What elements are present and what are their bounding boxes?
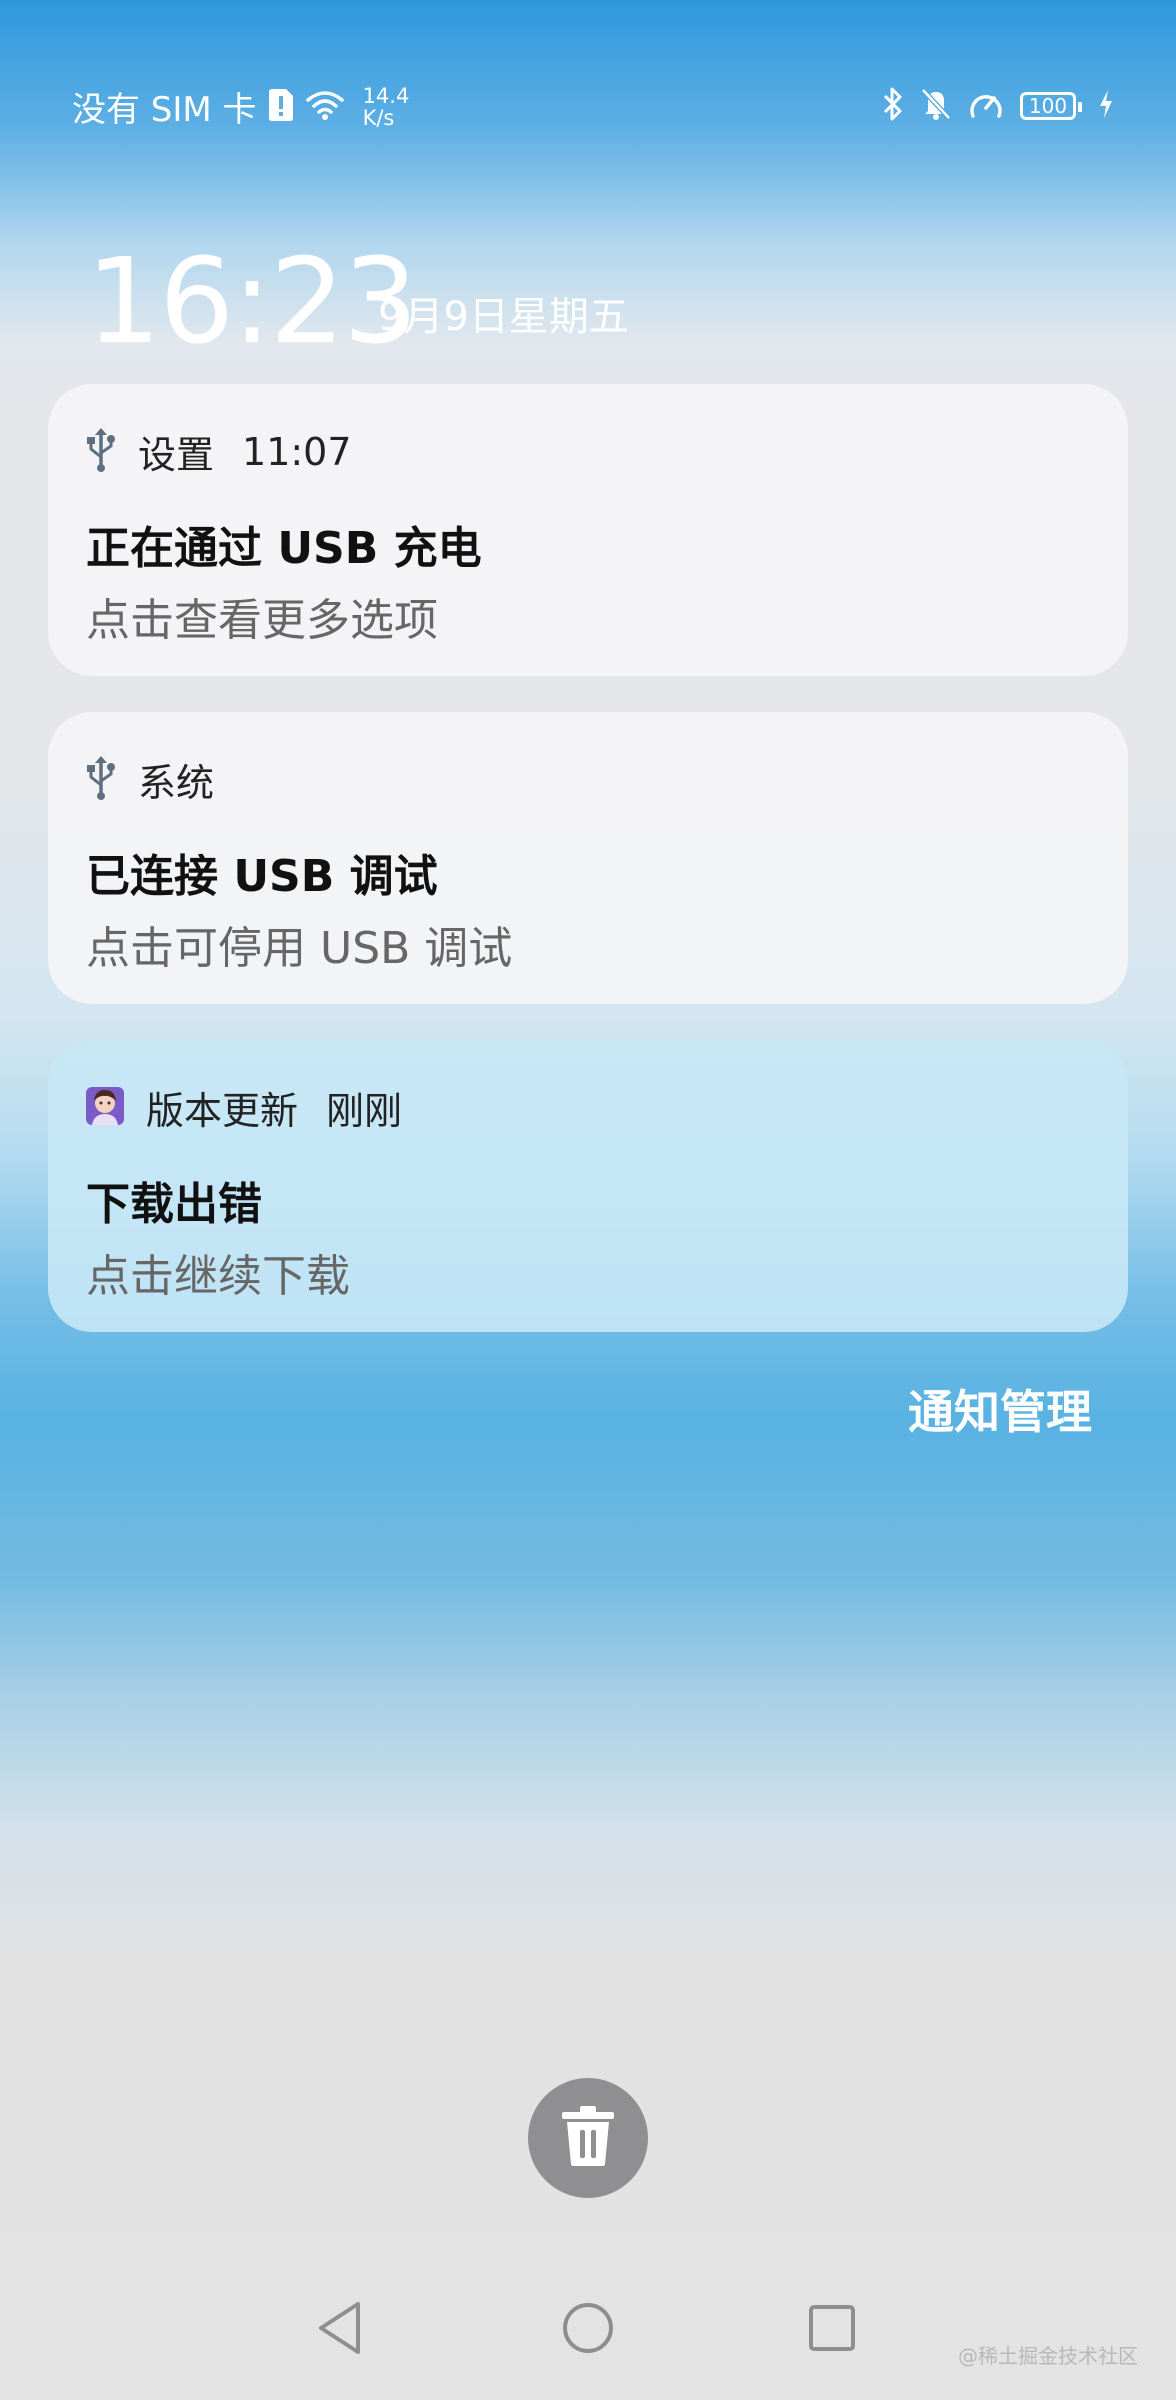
lock-clock: 16:23	[86, 232, 418, 370]
speedometer-icon	[968, 88, 1004, 124]
notification-card-settings[interactable]: 设置 11:07 正在通过 USB 充电 点击查看更多选项	[48, 384, 1128, 676]
status-bar-right: 100	[882, 86, 1114, 126]
trash-icon	[558, 2104, 618, 2172]
notification-subtitle: 点击可停用 USB 调试	[86, 923, 513, 974]
sim-alert-icon	[267, 88, 295, 126]
network-speed-unit: K/s	[362, 105, 395, 130]
recents-square-icon	[807, 2303, 857, 2357]
home-circle-icon	[560, 2300, 616, 2360]
back-triangle-icon	[315, 2300, 365, 2360]
notification-subtitle: 点击继续下载	[86, 1251, 350, 1302]
notification-title: 下载出错	[86, 1179, 262, 1230]
status-bar-left: 没有 SIM 卡 14.4 K/s	[72, 82, 409, 131]
battery-icon: 100	[1020, 92, 1082, 120]
notification-card-system[interactable]: 系统 已连接 USB 调试 点击可停用 USB 调试	[48, 712, 1128, 1004]
home-button[interactable]	[548, 2290, 628, 2370]
network-speed-value: 14.4	[362, 83, 410, 108]
notification-title: 正在通过 USB 充电	[86, 523, 482, 574]
usb-icon	[86, 427, 116, 477]
bell-muted-icon	[920, 87, 952, 125]
watermark-text: @稀土掘金技术社区	[958, 2344, 1138, 2368]
notification-header: 系统	[86, 752, 214, 807]
charging-bolt-icon	[1098, 89, 1114, 123]
notification-app-name: 版本更新	[146, 1089, 299, 1133]
recents-button[interactable]	[792, 2290, 872, 2370]
bluetooth-icon	[882, 86, 904, 126]
app-avatar-icon	[86, 1086, 124, 1129]
clear-all-button[interactable]	[528, 2078, 648, 2198]
back-button[interactable]	[300, 2290, 380, 2370]
notification-subtitle: 点击查看更多选项	[86, 595, 438, 646]
notification-header: 版本更新 刚刚	[86, 1080, 402, 1135]
notification-header: 设置 11:07	[86, 424, 352, 479]
notification-app-name: 设置	[138, 433, 215, 477]
notification-title: 已连接 USB 调试	[86, 851, 438, 902]
sim-status-text: 没有 SIM 卡	[72, 90, 257, 130]
notification-time: 11:07	[242, 429, 352, 474]
lock-date: 9月9日星期五	[378, 294, 629, 340]
notification-time: 刚刚	[326, 1089, 403, 1133]
notification-card-update[interactable]: 版本更新 刚刚 下载出错 点击继续下载	[48, 1040, 1128, 1332]
usb-icon	[86, 755, 116, 805]
notification-manage-link[interactable]: 通知管理	[908, 1376, 1092, 1442]
notification-app-name: 系统	[138, 761, 215, 805]
network-speed: 14.4 K/s	[363, 85, 410, 129]
wifi-icon	[305, 89, 345, 125]
